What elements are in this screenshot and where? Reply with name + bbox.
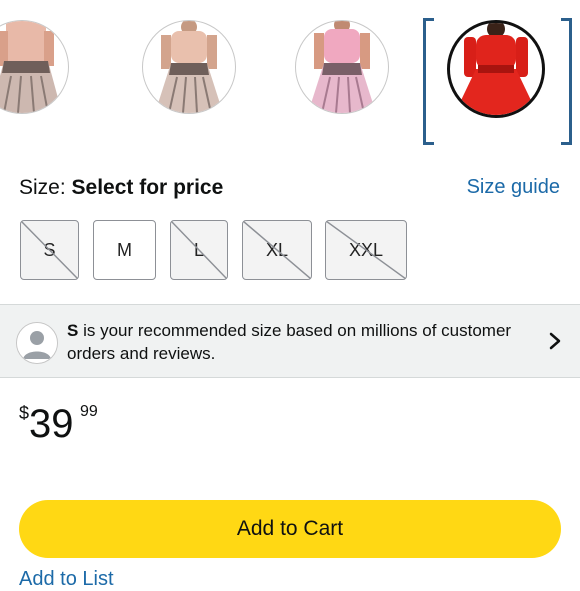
price-currency-symbol: $ [19,403,30,423]
size-option-xl[interactable]: XL [242,220,312,280]
size-option-l[interactable]: L [170,220,228,280]
size-option-m[interactable]: M [93,220,156,280]
size-recommendation-banner[interactable]: S is your recommended size based on mill… [0,304,580,378]
recommendation-message: is your recommended size based on millio… [67,321,512,363]
swatch-red-dress[interactable] [447,20,545,118]
size-selection-prompt: Select for price [71,176,224,199]
color-swatch-row [0,0,580,150]
swatch-pink-top-pink-skirt[interactable] [295,20,389,114]
size-label-text: Size: [19,176,66,199]
price-whole: 39 [29,402,74,446]
recommendation-text: S is your recommended size based on mill… [67,319,537,365]
size-guide-link[interactable]: Size guide [467,176,560,199]
size-option-xxl[interactable]: XXL [325,220,407,280]
size-label: Size: Select for price [19,176,223,200]
price-fraction: 99 [80,403,98,420]
swatch-beige-top-patterned-skirt[interactable] [142,20,236,114]
size-option-s[interactable]: S [20,220,79,280]
add-to-cart-button[interactable]: Add to Cart [19,500,561,558]
chevron-right-icon [549,332,561,350]
swatch-pink-top-patterned-skirt[interactable] [0,20,69,114]
recommended-size: S [67,321,79,340]
avatar-icon [16,322,58,364]
size-option-label: M [117,239,132,260]
